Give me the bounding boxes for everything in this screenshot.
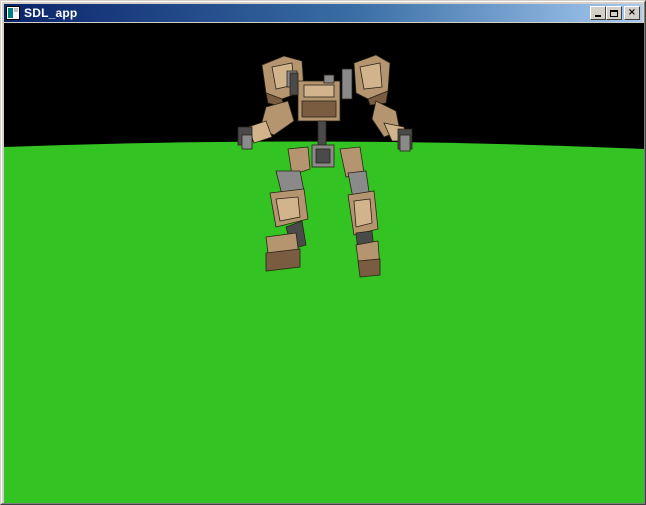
app-window: SDL_app × [0,0,646,505]
maximize-icon [610,9,618,17]
app-icon[interactable] [6,6,20,20]
close-button[interactable]: × [624,6,640,20]
window-controls: × [590,6,640,20]
close-icon: × [627,7,637,18]
minimize-icon [595,15,601,17]
minimize-button[interactable] [590,6,606,20]
title-bar[interactable]: SDL_app × [4,4,642,22]
maximize-button[interactable] [606,6,622,20]
ground-plane [4,141,644,503]
game-viewport[interactable] [4,23,644,503]
window-title: SDL_app [24,6,78,20]
scene-canvas [4,23,644,503]
